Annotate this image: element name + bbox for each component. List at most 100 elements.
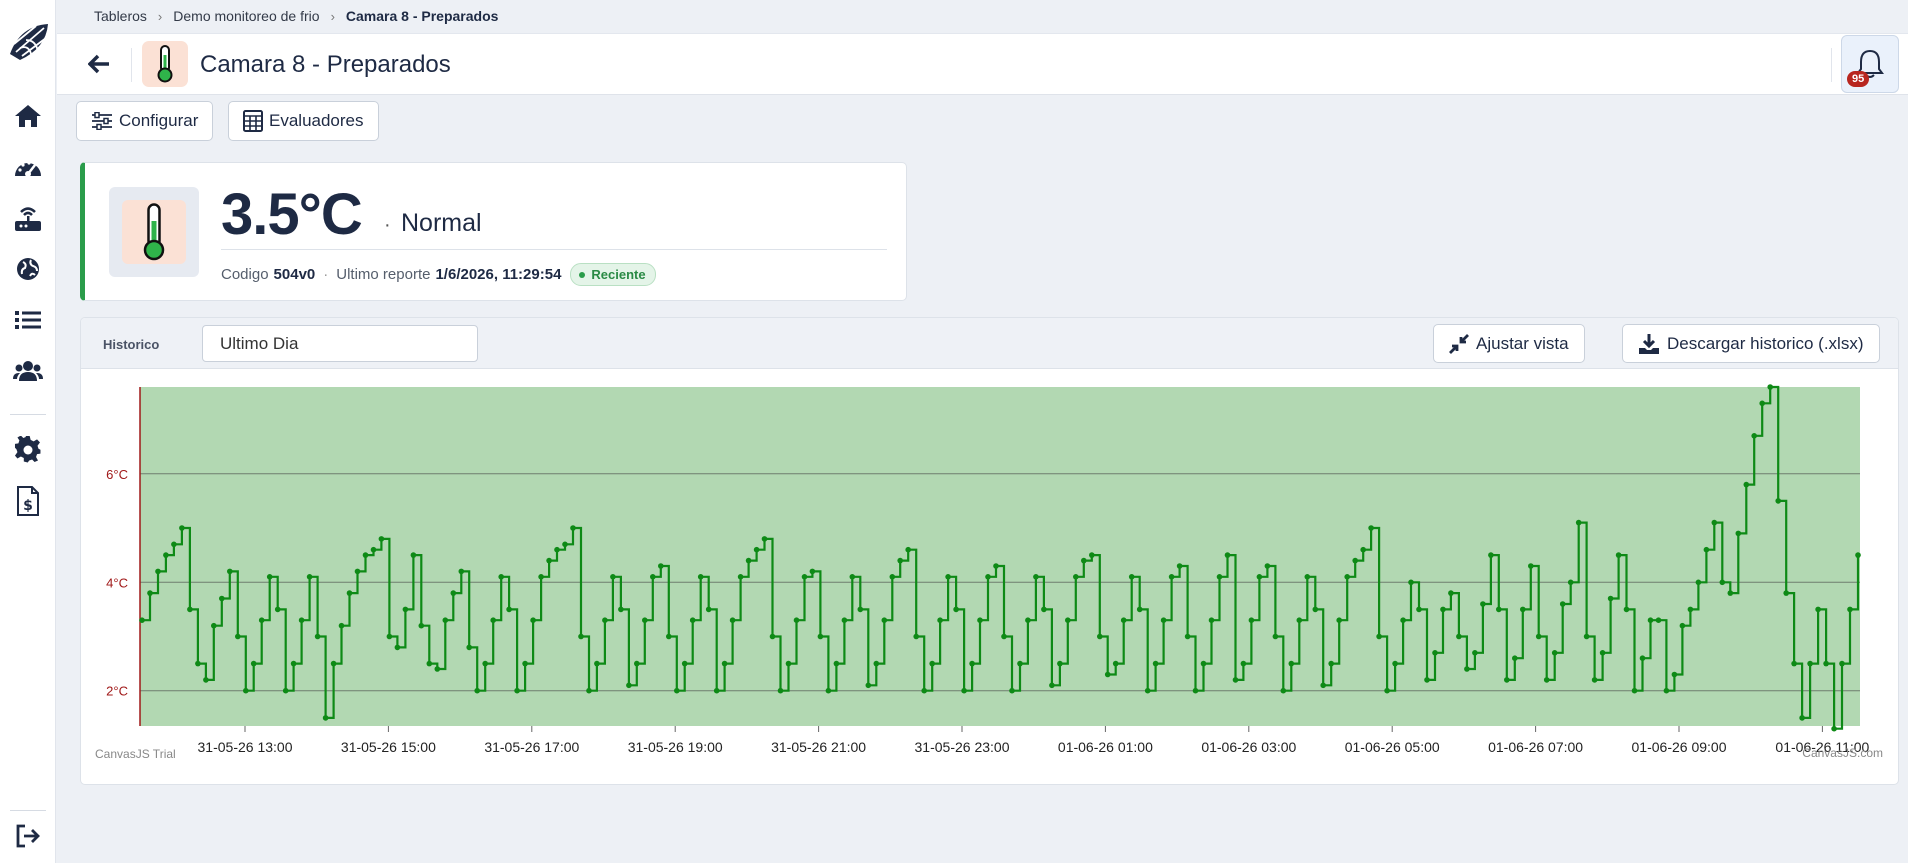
data-point bbox=[1144, 687, 1151, 694]
evaluators-label: Evaluadores bbox=[269, 111, 364, 130]
breadcrumb-item-tableros[interactable]: Tableros bbox=[94, 8, 147, 24]
breadcrumb-item-demo[interactable]: Demo monitoreo de frio bbox=[173, 8, 319, 24]
configure-button[interactable]: Configurar bbox=[76, 101, 214, 141]
data-point bbox=[953, 606, 959, 613]
data-point bbox=[1615, 552, 1622, 558]
data-point bbox=[1248, 617, 1255, 623]
data-point bbox=[1065, 617, 1071, 623]
data-point bbox=[586, 687, 592, 694]
x-tick-label: 01-06-26 07:00 bbox=[1488, 739, 1583, 755]
data-point bbox=[1049, 682, 1055, 689]
data-point bbox=[562, 541, 568, 548]
data-point bbox=[482, 660, 489, 667]
history-chart[interactable]: 2°C 4°C 6°C 31-05-26 13:00 31-05-26 15:00 31-… bbox=[81, 370, 1898, 784]
globe-icon[interactable] bbox=[13, 254, 43, 284]
header-divider bbox=[1831, 48, 1832, 82]
data-point bbox=[290, 660, 297, 667]
data-point bbox=[865, 682, 872, 689]
data-point bbox=[721, 660, 728, 667]
configure-label: Configurar bbox=[119, 111, 199, 130]
watermark-left: CanvasJS Trial bbox=[95, 747, 176, 761]
back-button[interactable] bbox=[85, 50, 113, 78]
notifications-button[interactable]: 95 bbox=[1841, 35, 1899, 93]
fit-view-button[interactable]: Ajustar vista bbox=[1433, 324, 1585, 363]
data-point bbox=[1639, 655, 1646, 661]
data-point bbox=[1823, 660, 1829, 667]
list-icon[interactable] bbox=[13, 305, 43, 335]
breadcrumb: Tableros › Demo monitoreo de frio › Cama… bbox=[94, 8, 498, 24]
history-toolbar: Historico Ultimo Dia Ajustar vista Desca… bbox=[81, 318, 1898, 369]
data-point bbox=[713, 687, 720, 694]
download-history-button[interactable]: Descargar historico (.xlsx) bbox=[1622, 324, 1880, 363]
data-point bbox=[873, 660, 880, 667]
card-icon-wrapper bbox=[109, 187, 199, 277]
data-point bbox=[666, 633, 672, 640]
data-point bbox=[1392, 660, 1398, 667]
data-point bbox=[258, 617, 265, 623]
data-point bbox=[1089, 552, 1095, 558]
data-point bbox=[1312, 606, 1319, 613]
chevron-right-icon: › bbox=[330, 8, 335, 24]
data-point bbox=[1264, 563, 1271, 569]
data-point bbox=[1073, 574, 1079, 580]
fit-view-label: Ajustar vista bbox=[1476, 333, 1569, 353]
data-point bbox=[945, 574, 951, 580]
gear-icon[interactable] bbox=[13, 435, 43, 465]
compress-icon bbox=[1449, 333, 1469, 354]
data-point bbox=[1368, 525, 1374, 531]
x-tick-label: 31-05-26 23:00 bbox=[915, 739, 1010, 755]
data-point bbox=[849, 574, 856, 580]
x-tick-label: 31-05-26 15:00 bbox=[341, 739, 436, 755]
invoice-icon[interactable]: $ bbox=[13, 486, 43, 516]
data-point bbox=[370, 546, 377, 553]
logout-icon[interactable] bbox=[13, 821, 43, 851]
data-point bbox=[554, 546, 560, 553]
data-point bbox=[1687, 606, 1694, 613]
data-point bbox=[881, 617, 888, 623]
data-point bbox=[1663, 687, 1670, 694]
router-icon[interactable] bbox=[13, 203, 43, 233]
data-point bbox=[1128, 574, 1135, 580]
card-divider bbox=[221, 249, 887, 250]
y-tick-label: 6°C bbox=[106, 467, 128, 482]
data-point bbox=[1799, 715, 1805, 721]
data-point bbox=[538, 574, 544, 580]
range-select[interactable]: Ultimo Dia bbox=[202, 325, 478, 362]
data-point bbox=[1807, 660, 1813, 667]
data-point bbox=[354, 568, 361, 575]
logo-icon[interactable] bbox=[6, 18, 52, 64]
download-label: Descargar historico (.xlsx) bbox=[1667, 333, 1864, 353]
evaluators-button[interactable]: Evaluadores bbox=[228, 101, 379, 141]
data-point bbox=[1104, 671, 1111, 678]
home-icon[interactable] bbox=[13, 101, 43, 131]
data-point bbox=[1360, 546, 1366, 553]
data-point bbox=[1152, 660, 1159, 667]
data-point bbox=[1496, 606, 1502, 613]
data-point bbox=[434, 666, 441, 672]
data-point bbox=[769, 633, 776, 640]
data-point bbox=[1743, 481, 1750, 488]
data-point bbox=[985, 574, 991, 580]
data-point bbox=[1480, 601, 1486, 607]
report-value: 1/6/2026, 11:29:54 bbox=[435, 266, 562, 283]
y-tick-label: 4°C bbox=[106, 575, 128, 590]
data-point bbox=[203, 677, 209, 683]
data-point bbox=[1464, 666, 1470, 672]
data-point bbox=[1735, 530, 1742, 537]
status-card: 3.5°C · Normal Codigo 504v0 · Ultimo rep… bbox=[80, 162, 907, 301]
data-point bbox=[1512, 655, 1518, 661]
data-point bbox=[1456, 633, 1462, 640]
data-point bbox=[1488, 552, 1494, 558]
data-point bbox=[1400, 617, 1406, 623]
data-point bbox=[897, 557, 903, 564]
data-point bbox=[514, 687, 520, 694]
dashboard-gauge-icon[interactable] bbox=[13, 152, 43, 182]
data-point bbox=[1376, 633, 1382, 640]
data-point bbox=[1599, 650, 1606, 656]
data-point bbox=[1336, 617, 1342, 623]
thermometer-icon bbox=[142, 41, 188, 87]
data-point bbox=[1184, 633, 1191, 640]
data-point bbox=[1751, 433, 1757, 439]
data-point bbox=[578, 633, 584, 640]
users-icon[interactable] bbox=[13, 356, 43, 386]
